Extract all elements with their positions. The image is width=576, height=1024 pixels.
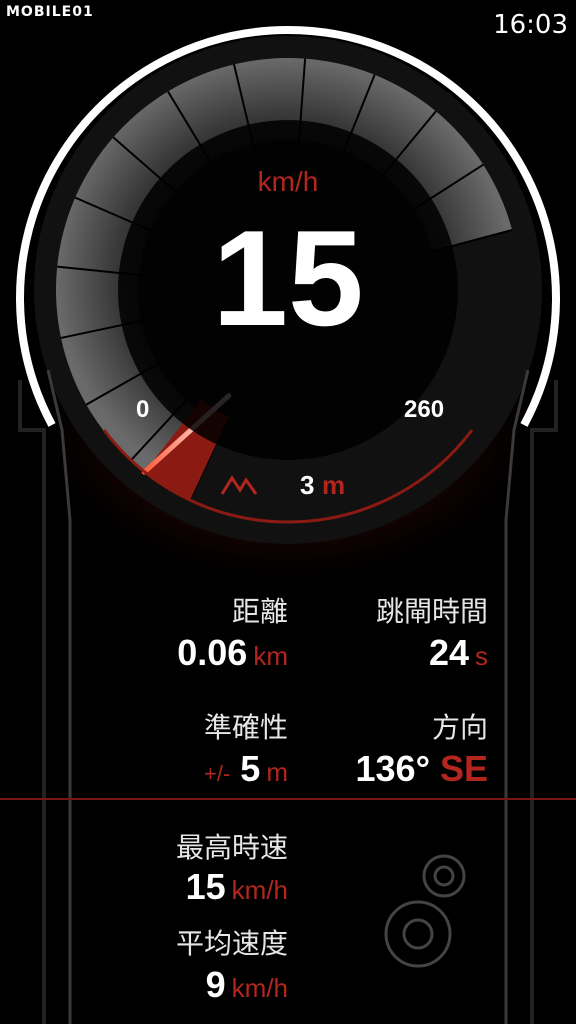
app-logo: MOBILE01 [6, 4, 94, 20]
altitude-unit: m [322, 470, 346, 500]
left-rail [18, 380, 46, 1024]
direction-value: 136° SE [228, 748, 489, 790]
direction-degrees: 136° [355, 748, 430, 789]
current-speed: 15 [212, 202, 364, 354]
jump-time-number: 24 [428, 632, 469, 673]
speed-unit-label: km/h [257, 166, 319, 197]
scale-min-label: 0 [136, 396, 150, 423]
jump-time-title: 跳閘時間 [375, 596, 488, 627]
right-rail [530, 380, 558, 1024]
gears-icon[interactable] [384, 854, 466, 968]
max-speed-unit: km/h [231, 875, 288, 905]
status-time: 16:03 [493, 10, 568, 40]
section-divider [0, 798, 576, 800]
avg-speed-number: 9 [205, 964, 226, 1005]
altitude-value: 3 [300, 470, 315, 500]
jump-time-unit: s [475, 641, 488, 671]
max-speed-title: 最高時速 [175, 832, 288, 863]
scale-max-label: 260 [404, 396, 445, 423]
avg-speed-unit: km/h [231, 973, 288, 1003]
avg-speed-title: 平均速度 [175, 928, 288, 959]
direction-cardinal: SE [439, 748, 488, 789]
max-speed-value: 15 km/h [28, 866, 288, 908]
accuracy-prefix: +/- [204, 761, 231, 786]
jump-time-value: 24 s [228, 632, 488, 674]
max-speed-number: 15 [185, 866, 226, 907]
avg-speed-value: 9 km/h [28, 964, 288, 1006]
direction-title: 方向 [431, 712, 488, 743]
